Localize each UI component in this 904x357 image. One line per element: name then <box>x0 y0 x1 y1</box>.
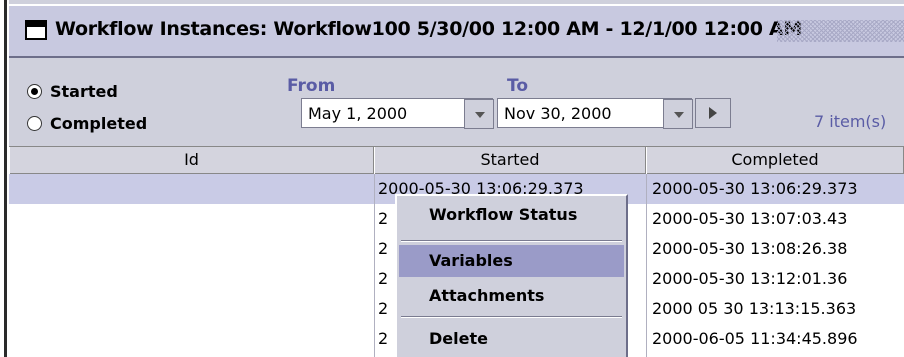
window-title: Workflow Instances: Workflow100 5/30/00 … <box>55 18 802 40</box>
to-date-value: Nov 30, 2000 <box>504 104 612 123</box>
radio-button-selected[interactable] <box>27 84 42 99</box>
menu-item-workflow-status[interactable]: Workflow Status <box>399 198 624 236</box>
to-date-combo[interactable]: Nov 30, 2000 <box>497 98 693 129</box>
menu-item-variables[interactable]: Variables <box>399 245 624 277</box>
context-menu: Workflow Status Variables Attachments De… <box>395 194 628 357</box>
radio-started-label: Started <box>50 82 118 101</box>
menu-separator <box>401 240 622 242</box>
completed-cell: 2000-06-05 11:34:45.896 <box>652 329 858 348</box>
menu-item-attachments[interactable]: Attachments <box>399 279 624 313</box>
from-label: From <box>287 76 336 96</box>
column-header-started[interactable]: Started <box>374 147 646 174</box>
outer-frame <box>0 0 9 357</box>
title-bar-grip <box>777 20 904 42</box>
filter-panel: Started Completed From To May 1, 2000 No… <box>9 58 904 146</box>
radio-button[interactable] <box>27 116 42 131</box>
chevron-down-icon[interactable] <box>464 99 494 129</box>
chevron-down-icon[interactable] <box>663 99 693 129</box>
column-header-id[interactable]: Id <box>9 147 374 174</box>
title-bar[interactable]: Workflow Instances: Workflow100 5/30/00 … <box>9 4 904 58</box>
radio-completed-label: Completed <box>50 114 148 133</box>
column-divider <box>374 174 375 357</box>
item-count: 7 item(s) <box>814 112 887 131</box>
workflow-instances-window: Workflow Instances: Workflow100 5/30/00 … <box>9 0 904 357</box>
table-header: Id Started Completed <box>9 146 904 174</box>
menu-separator <box>401 316 622 318</box>
from-date-combo[interactable]: May 1, 2000 <box>301 98 494 129</box>
completed-cell: 2000-05-30 13:12:01.36 <box>652 269 848 288</box>
radio-started[interactable]: Started <box>27 82 118 101</box>
completed-cell: 2000-05-30 13:07:03.43 <box>652 209 848 228</box>
column-divider <box>646 174 647 357</box>
frame-border <box>4 0 7 357</box>
completed-cell: 2000-05-30 13:08:26.38 <box>652 239 848 258</box>
menu-item-delete[interactable]: Delete <box>399 323 624 355</box>
completed-cell: 2000 05 30 13:13:15.363 <box>652 299 857 318</box>
completed-cell: 2000-05-30 13:06:29.373 <box>652 179 858 198</box>
play-icon[interactable] <box>695 98 731 128</box>
radio-completed[interactable]: Completed <box>27 114 147 133</box>
from-date-value: May 1, 2000 <box>308 104 408 123</box>
to-label: To <box>507 76 529 96</box>
window-icon <box>25 20 47 40</box>
column-header-completed[interactable]: Completed <box>646 147 904 174</box>
